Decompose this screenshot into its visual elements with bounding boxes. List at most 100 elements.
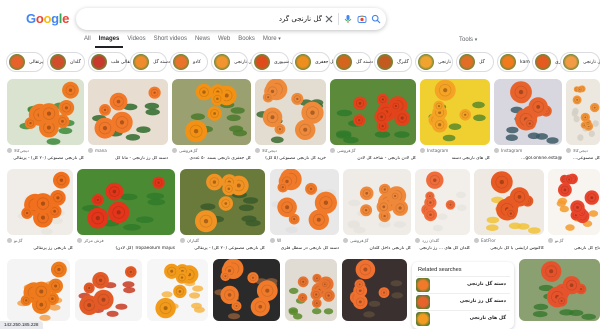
clear-icon[interactable] (322, 12, 336, 26)
tab-news[interactable]: News (191, 36, 214, 48)
filter-chip[interactable]: گل جعفری (292, 52, 336, 72)
result-thumbnail[interactable] (343, 169, 411, 235)
search-icon[interactable] (369, 12, 383, 26)
result-source[interactable]: گلباران (180, 238, 265, 243)
image-result[interactable]: دیجی‌کالا خرید گل نارنجی مصنوعی (۵ گل) (255, 79, 326, 165)
result-source[interactable]: گل‌نو (548, 238, 600, 243)
result-source[interactable]: گل‌فروشی (330, 148, 416, 153)
image-result[interactable] (7, 259, 70, 321)
tab-images[interactable]: Images (94, 36, 124, 48)
image-result[interactable]: گل‌فروشی گل نارنجی داخل گلدان (343, 169, 411, 255)
image-result[interactable]: گل‌فروشی گل لادن نارنجی - شاخه گل لادن (330, 79, 416, 165)
image-result[interactable] (519, 259, 600, 321)
search-box[interactable] (76, 8, 386, 30)
camera-lens-icon[interactable] (355, 12, 369, 26)
image-result[interactable]: W دسته گل نارنجی در سطل فلزی (270, 169, 339, 255)
result-thumbnail[interactable] (519, 259, 600, 321)
result-source[interactable]: Instagram (420, 148, 490, 153)
result-thumbnail[interactable] (494, 79, 562, 145)
result-source[interactable]: mana (88, 148, 168, 153)
result-title[interactable]: گل نارنجی داخل گلدان (343, 246, 411, 251)
image-result[interactable]: mana دسته گل رز نارنجی - مانا گل (88, 79, 168, 165)
filter-chip[interactable]: گل نارنجی (211, 52, 254, 72)
image-result[interactable]: گل‌فروشی گل جعفری نارنجی بسته ۵۰ عددی (172, 79, 251, 165)
result-thumbnail[interactable] (415, 169, 470, 235)
result-title[interactable]: Tropaeolum majus (گل لادن) (77, 246, 175, 251)
result-title[interactable]: گلدان گل های ... رز نارنجی (415, 246, 470, 251)
result-title[interactable]: دسته گل نارنجی در سطل فلزی (270, 246, 339, 251)
result-source[interactable]: گل‌فروشی (172, 148, 251, 153)
tab-web[interactable]: Web (214, 36, 234, 48)
result-source[interactable]: Instagram (494, 148, 562, 153)
filter-chip[interactable]: گل نارنجی (560, 52, 600, 72)
result-thumbnail[interactable] (75, 259, 142, 321)
result-title[interactable]: خرید گل نارنجی مصنوعی (۵ گل) (255, 156, 326, 161)
result-source[interactable]: گل‌نو (7, 238, 73, 243)
result-thumbnail[interactable] (7, 259, 70, 321)
image-result[interactable]: گلدان زرد گلدان گل های ... رز نارنجی (415, 169, 470, 255)
result-thumbnail[interactable] (330, 79, 416, 145)
result-title[interactable]: گل جعفری نارنجی بسته ۵۰ عددی (172, 156, 251, 161)
result-title[interactable]: @gol.online.esta... (494, 156, 562, 161)
related-search-item[interactable]: دسته گل نارنجی (416, 276, 510, 292)
result-thumbnail[interactable] (147, 259, 208, 321)
google-logo[interactable]: Google (26, 11, 69, 26)
result-title[interactable]: گل نارنجی مصنوعی (۲۰ گل) - پرتقالی (7, 156, 84, 161)
result-thumbnail[interactable] (342, 259, 407, 321)
result-thumbnail[interactable] (566, 79, 600, 145)
filter-chip[interactable]: گل (456, 52, 494, 72)
image-result[interactable]: گل‌نو تاج گل نارنجی (548, 169, 600, 255)
image-result[interactable]: EatFlor کاکتوس آرایشی با گل نارنجی (474, 169, 544, 255)
filter-chip[interactable]: پرتقالی (6, 52, 44, 72)
image-result[interactable]: Instagram گل های نارنجی دسته (420, 79, 490, 165)
image-result[interactable] (342, 259, 407, 321)
filter-chip[interactable]: گل شیپوری (251, 52, 296, 72)
result-thumbnail[interactable] (548, 169, 600, 235)
microphone-icon[interactable] (341, 12, 355, 26)
tab-videos[interactable]: Videos (123, 36, 149, 48)
image-result[interactable]: Instagram @gol.online.esta... (494, 79, 562, 165)
result-thumbnail[interactable] (213, 259, 280, 321)
result-title[interactable]: دسته گل رز نارنجی - مانا گل (88, 156, 168, 161)
result-title[interactable]: گل نارنجی مصنوعی (۲۰ گل) - پرتقالی (180, 246, 265, 251)
tools-button[interactable]: Tools ▾ (459, 37, 477, 43)
result-title[interactable]: گل های نارنجی دسته (420, 156, 490, 161)
result-source[interactable]: دیجی‌کالا (7, 148, 84, 153)
image-result[interactable] (147, 259, 208, 321)
result-title[interactable]: گل مصنوعی... (566, 156, 600, 161)
result-source[interactable]: دیجی‌کالا (566, 148, 600, 153)
result-thumbnail[interactable] (474, 169, 544, 235)
result-source[interactable]: گل‌فروشی (343, 238, 411, 243)
result-thumbnail[interactable] (285, 259, 337, 321)
tab-books[interactable]: Books (234, 36, 259, 48)
result-source[interactable]: EatFlor (474, 238, 544, 243)
filter-chip[interactable]: دسته گل (333, 52, 373, 72)
result-thumbnail[interactable] (420, 79, 490, 145)
search-input[interactable] (86, 11, 322, 27)
filter-chip[interactable]: kam (497, 52, 530, 72)
image-result[interactable]: فرش مرکز Tropaeolum majus (گل لادن) (77, 169, 175, 255)
result-title[interactable]: گل نارنجی رز پرتقالی (7, 246, 73, 251)
image-result[interactable]: گل‌نو گل نارنجی رز پرتقالی (7, 169, 73, 255)
result-title[interactable]: تاج گل نارنجی (548, 246, 600, 251)
image-result[interactable]: دیجی‌کالا گل نارنجی مصنوعی (۲۰ گل) - پرتق… (7, 79, 84, 165)
result-thumbnail[interactable] (88, 79, 168, 145)
result-title[interactable]: کاکتوس آرایشی با گل نارنجی (474, 246, 544, 251)
result-source[interactable]: فرش مرکز (77, 238, 175, 243)
related-search-item[interactable]: گل های نارنجی (416, 310, 510, 326)
result-source[interactable]: W (270, 238, 339, 243)
filter-chip[interactable]: گلبرگ (374, 52, 412, 72)
result-thumbnail[interactable] (7, 169, 73, 235)
filter-chip[interactable]: پرتقالی قلب (88, 52, 135, 72)
result-thumbnail[interactable] (180, 169, 265, 235)
related-search-item[interactable]: دسته گل رز نارنجی (416, 293, 510, 309)
image-result[interactable] (213, 259, 280, 321)
result-thumbnail[interactable] (172, 79, 251, 145)
result-source[interactable]: گلدان زرد (415, 238, 470, 243)
filter-chip[interactable]: گلدان (47, 52, 85, 72)
tab-short-videos[interactable]: Short videos (150, 36, 191, 48)
result-thumbnail[interactable] (7, 79, 84, 145)
result-thumbnail[interactable] (255, 79, 326, 145)
result-source[interactable]: دیجی‌کالا (255, 148, 326, 153)
tab-all[interactable]: All (80, 36, 95, 48)
